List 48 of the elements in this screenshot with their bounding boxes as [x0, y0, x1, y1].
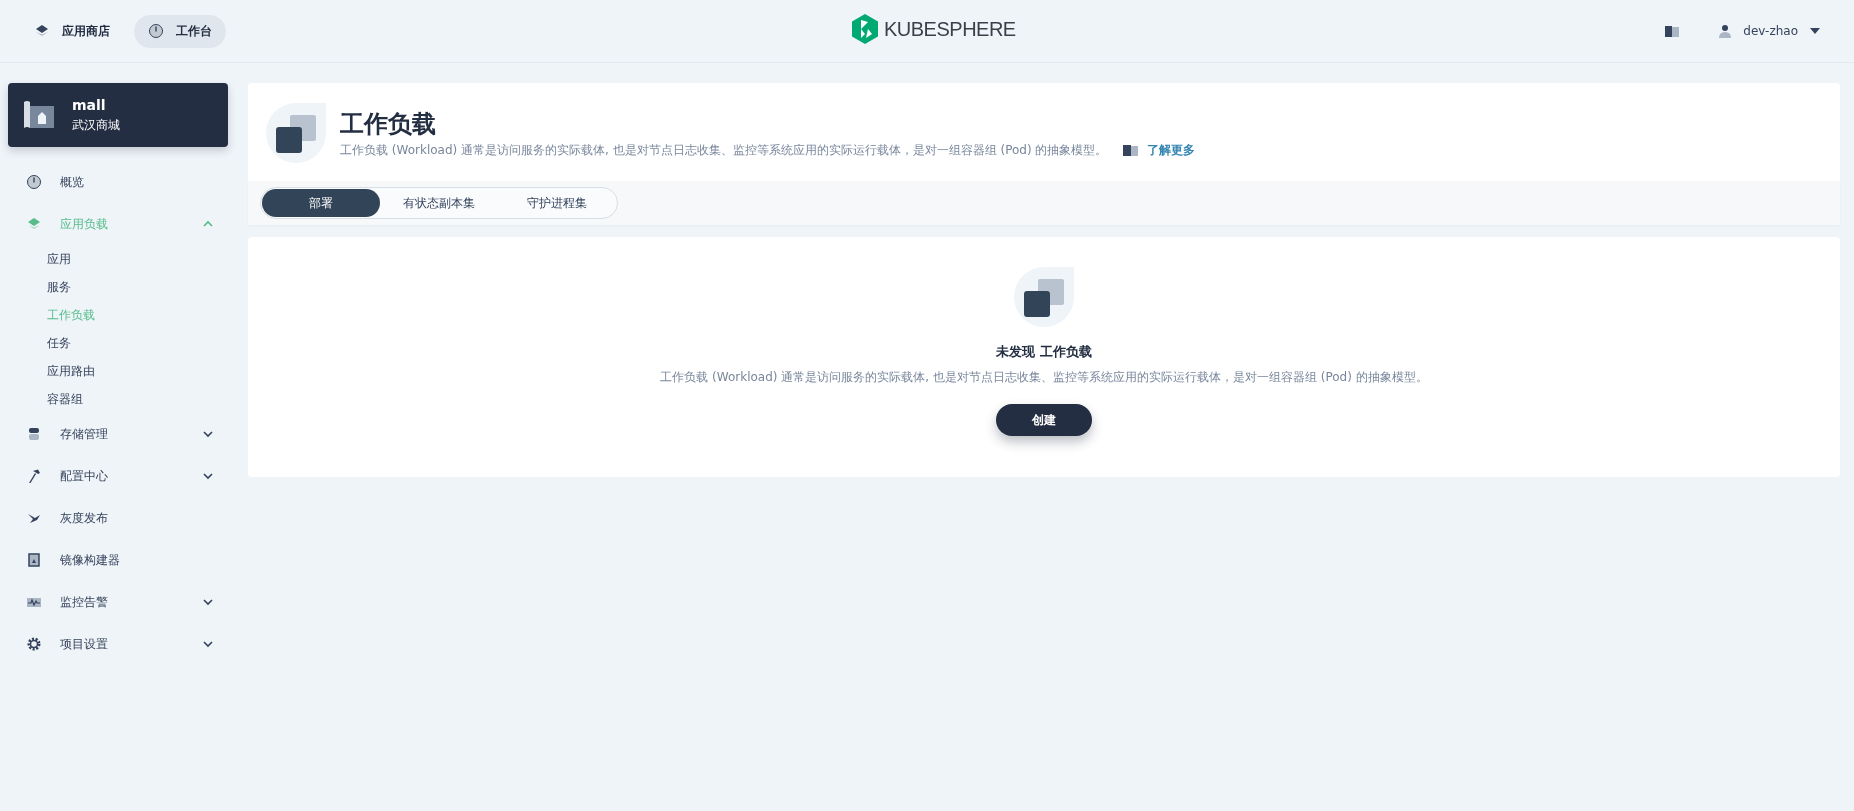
caret-icon[interactable] [1810, 28, 1820, 34]
project-card[interactable]: mall 武汉商城 [8, 83, 228, 147]
nav-subitem[interactable]: 容器组 [8, 385, 228, 413]
chevron-icon [202, 470, 214, 482]
project-icon [24, 100, 54, 130]
topbar-link[interactable]: 工作台 [134, 14, 226, 48]
nav-item[interactable]: 存储管理 [8, 413, 228, 455]
nav-item[interactable]: 灰度发布 [8, 497, 228, 539]
create-button[interactable]: 创建 [996, 404, 1092, 436]
chevron-icon [202, 428, 214, 440]
database-icon [26, 426, 42, 442]
page-description: 工作负载 (Workload) 通常是访问服务的实际载体, 也是对节点日志收集、监控等系统应用的实际运行载体，是对一组容器组 (Pod) 的抽象模型。 [340, 141, 1108, 159]
empty-state-icon [1014, 267, 1074, 327]
tab[interactable]: 守护进程集 [498, 189, 616, 217]
workload-icon [266, 103, 326, 163]
book-icon [1123, 144, 1140, 156]
project-name: mall [72, 96, 107, 113]
tab[interactable]: 有状态副本集 [380, 189, 498, 217]
nav-subitem[interactable]: 应用路由 [8, 357, 228, 385]
page-title: 工作负载 [340, 108, 437, 140]
nav-item[interactable]: 配置中心 [8, 455, 228, 497]
project-description: 武汉商城 [72, 116, 120, 134]
hammer-icon [26, 468, 42, 484]
nav-subitem[interactable]: 任务 [8, 329, 228, 357]
nav-item[interactable]: 概览 [8, 161, 228, 203]
topbar-link[interactable]: 应用商店 [20, 14, 124, 48]
empty-description: 工作负载 (Workload) 通常是访问服务的实际载体, 也是对节点日志收集、监控等系统应用的实际运行载体，是对一组容器组 (Pod) 的抽象模型。 [660, 369, 1428, 386]
layers-icon [34, 23, 50, 39]
logo-icon [852, 14, 878, 44]
nav-subitem[interactable]: 服务 [8, 273, 228, 301]
nav-item[interactable]: 项目设置 [8, 623, 228, 665]
chevron-icon [202, 638, 214, 650]
nav-item[interactable]: 镜像构建器 [8, 539, 228, 581]
image-icon [26, 552, 42, 568]
layers-icon [26, 216, 42, 232]
book-icon[interactable] [1665, 25, 1680, 37]
tab[interactable]: 部署 [262, 189, 380, 217]
nav-subitem[interactable]: 应用 [8, 245, 228, 273]
user-icon [1719, 24, 1732, 38]
chevron-icon [202, 596, 214, 608]
dial-icon [148, 23, 164, 39]
dial-icon [26, 174, 42, 190]
empty-title: 未发现 工作负载 [996, 343, 1092, 361]
username[interactable]: dev-zhao [1743, 24, 1798, 38]
settings-icon [26, 636, 42, 652]
logo-text: KUBESPHERE [884, 17, 1016, 41]
learn-more-link[interactable]: 了解更多 [1123, 141, 1196, 159]
nav-item[interactable]: 监控告警 [8, 581, 228, 623]
